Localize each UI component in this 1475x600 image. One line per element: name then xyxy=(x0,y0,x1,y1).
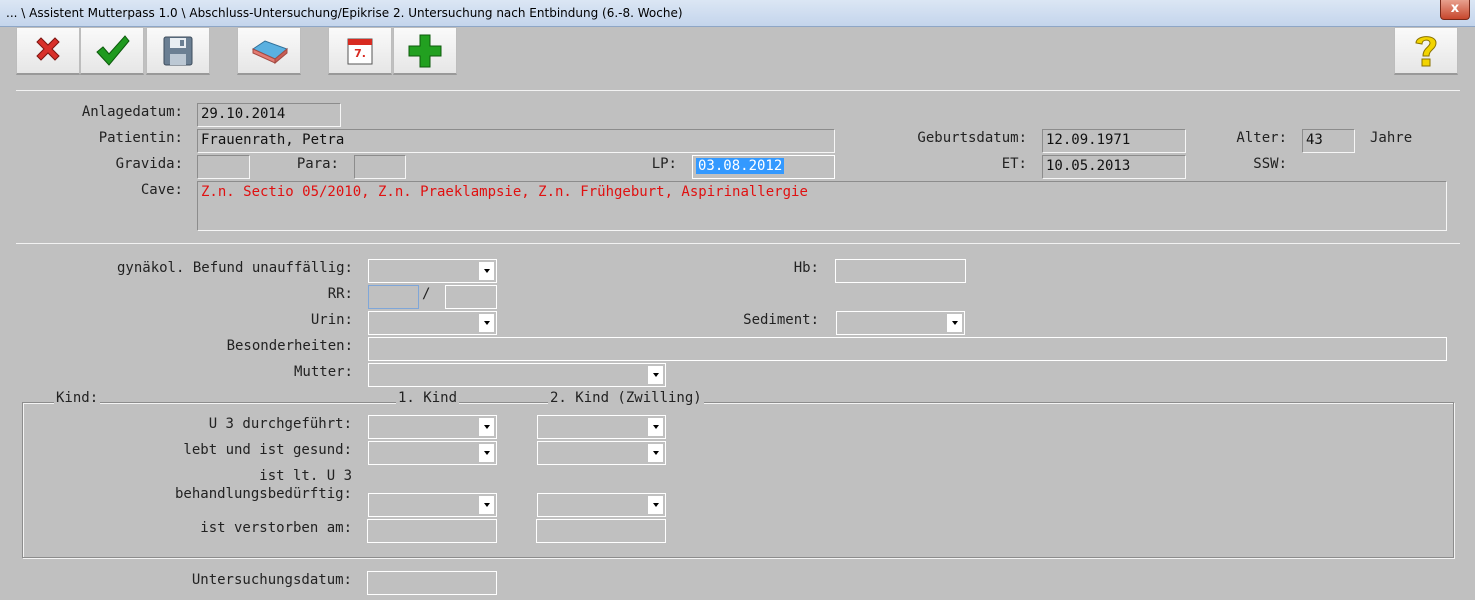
confirm-button[interactable] xyxy=(80,27,144,75)
mutter-select[interactable] xyxy=(368,363,666,387)
chevron-down-icon[interactable] xyxy=(479,418,494,436)
chevron-down-icon[interactable] xyxy=(479,314,494,332)
patientin-field[interactable]: Frauenrath, Petra xyxy=(197,129,835,153)
separator xyxy=(16,90,1460,91)
gravida-label: Gravida: xyxy=(115,156,183,172)
eraser-button[interactable] xyxy=(237,27,301,75)
chevron-down-icon[interactable] xyxy=(479,262,494,280)
chevron-down-icon[interactable] xyxy=(947,314,962,332)
behandlung-label-line1: ist lt. U 3 xyxy=(259,468,352,484)
alter-field[interactable]: 43 xyxy=(1302,129,1355,153)
chevron-down-icon[interactable] xyxy=(479,496,494,514)
confirm-icon xyxy=(96,34,130,66)
alter-label: Alter: xyxy=(1236,130,1287,146)
mutter-label: Mutter: xyxy=(293,364,353,380)
add-icon xyxy=(408,34,442,67)
cave-field[interactable]: Z.n. Sectio 05/2010, Z.n. Praeklampsie, … xyxy=(197,181,1447,231)
verstorben-label: ist verstorben am: xyxy=(200,520,352,536)
gynaekol-befund-select[interactable] xyxy=(368,259,497,283)
separator xyxy=(16,243,1460,244)
lebt-label: lebt und ist gesund: xyxy=(183,442,352,458)
gravida-field[interactable] xyxy=(197,155,250,179)
lp-field[interactable]: 03.08.2012 xyxy=(692,155,835,179)
title-bar: ... \ Assistent Mutterpass 1.0 \ Abschlu… xyxy=(0,0,1475,27)
calendar-icon: 7. xyxy=(347,38,373,64)
para-label: Para: xyxy=(296,156,339,172)
gynaekol-befund-label: gynäkol. Befund unauffällig: xyxy=(116,260,353,276)
chevron-down-icon[interactable] xyxy=(648,418,663,436)
u3-kind2-select[interactable] xyxy=(537,415,666,439)
cave-text: Z.n. Sectio 05/2010, Z.n. Praeklampsie, … xyxy=(201,184,808,200)
jahre-label: Jahre xyxy=(1370,130,1413,146)
help-button[interactable] xyxy=(1394,27,1458,75)
sediment-select[interactable] xyxy=(836,311,965,335)
et-field[interactable]: 10.05.2013 xyxy=(1042,155,1186,179)
verstorben-kind2-field[interactable] xyxy=(536,519,666,543)
sediment-label: Sediment: xyxy=(743,312,819,328)
u3-label: U 3 durchgeführt: xyxy=(208,416,352,432)
hb-field[interactable] xyxy=(835,259,966,283)
hb-label: Hb: xyxy=(793,260,819,276)
ssw-label: SSW: xyxy=(1253,156,1287,172)
behandlung-kind2-select[interactable] xyxy=(537,493,666,517)
geburtsdatum-label: Geburtsdatum: xyxy=(917,130,1027,146)
cancel-button[interactable] xyxy=(16,27,80,75)
anlagedatum-field[interactable]: 29.10.2014 xyxy=(197,103,341,127)
untersuchungsdatum-label: Untersuchungsdatum: xyxy=(191,572,352,588)
anlagedatum-label: Anlagedatum: xyxy=(81,104,183,120)
u3-kind1-select[interactable] xyxy=(368,415,497,439)
behandlung-label-line2: behandlungsbedürftig: xyxy=(174,486,352,502)
chevron-down-icon[interactable] xyxy=(479,444,494,462)
urin-select[interactable] xyxy=(368,311,497,335)
save-button[interactable] xyxy=(146,27,210,75)
untersuchungsdatum-field[interactable] xyxy=(367,571,497,595)
add-button[interactable] xyxy=(393,27,457,75)
rr-diastolic-field[interactable] xyxy=(445,285,497,309)
geburtsdatum-field[interactable]: 12.09.1971 xyxy=(1042,129,1186,153)
calendar-button[interactable]: 7. xyxy=(328,27,392,75)
et-label: ET: xyxy=(1001,156,1027,172)
save-icon xyxy=(163,36,193,65)
rr-separator: / xyxy=(422,286,431,302)
verstorben-kind1-field[interactable] xyxy=(367,519,497,543)
chevron-down-icon[interactable] xyxy=(648,444,663,462)
patientin-label: Patientin: xyxy=(98,130,183,146)
kind-group-label: Kind: xyxy=(54,390,101,406)
besonderheiten-field[interactable] xyxy=(368,337,1447,361)
chevron-down-icon[interactable] xyxy=(648,366,663,384)
behandlung-kind1-select[interactable] xyxy=(368,493,497,517)
kind-col1-label: 1. Kind xyxy=(396,390,460,406)
lebt-kind1-select[interactable] xyxy=(368,441,497,465)
para-field[interactable] xyxy=(354,155,406,179)
rr-systolic-field[interactable] xyxy=(368,285,419,309)
besonderheiten-label: Besonderheiten: xyxy=(226,338,353,354)
lp-label: LP: xyxy=(651,156,677,172)
cancel-icon xyxy=(36,36,60,61)
eraser-icon xyxy=(251,39,288,64)
kind-col2-label: 2. Kind (Zwilling) xyxy=(548,390,704,406)
help-icon xyxy=(1415,35,1437,66)
close-button[interactable]: x xyxy=(1440,0,1470,20)
cave-label: Cave: xyxy=(140,182,183,198)
lebt-kind2-select[interactable] xyxy=(537,441,666,465)
lp-value: 03.08.2012 xyxy=(696,158,785,174)
urin-label: Urin: xyxy=(310,312,353,328)
calendar-day-text: 7. xyxy=(354,47,366,60)
chevron-down-icon[interactable] xyxy=(648,496,663,514)
rr-label: RR: xyxy=(327,286,353,302)
window-title: ... \ Assistent Mutterpass 1.0 \ Abschlu… xyxy=(6,6,683,20)
